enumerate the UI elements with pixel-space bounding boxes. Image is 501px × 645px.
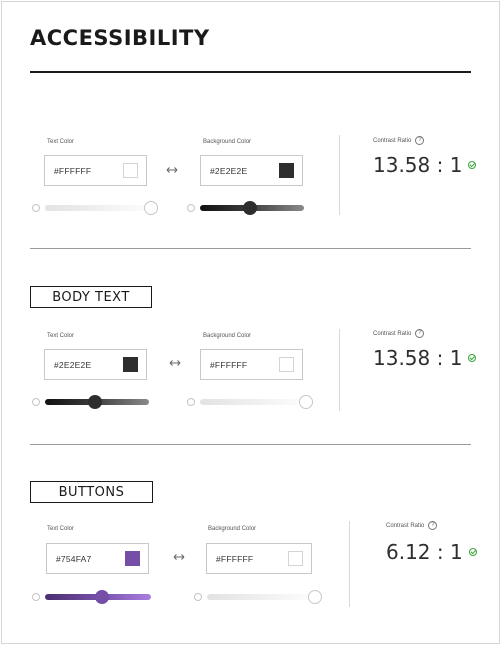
section-label-body-text: BODY TEXT [30, 286, 152, 308]
contrast-ratio-label: Contrast Ratio ? [373, 329, 425, 338]
slider-minus-icon[interactable] [187, 204, 195, 212]
contrast-ratio-value: 6.12 : 1 [386, 540, 477, 564]
section-divider [30, 248, 471, 249]
swap-colors-icon[interactable] [166, 166, 178, 174]
column-divider [339, 135, 340, 215]
text-color-swatch[interactable] [123, 357, 138, 372]
slider-thumb[interactable] [308, 590, 322, 604]
text-color-label: Text Color [47, 526, 75, 532]
swap-colors-icon[interactable] [173, 553, 185, 561]
slider-track[interactable] [207, 594, 323, 600]
background-color-hex: #FFFFFF [210, 359, 248, 370]
text-color-input[interactable]: #FFFFFF [44, 155, 147, 186]
slider-thumb[interactable] [243, 201, 257, 215]
check-circle-icon [468, 548, 477, 556]
page-title: ACCESSIBILITY [30, 26, 210, 50]
slider-track[interactable] [200, 399, 314, 405]
text-color-hex: #FFFFFF [54, 165, 92, 176]
help-icon[interactable]: ? [415, 329, 425, 338]
contrast-ratio-label: Contrast Ratio ? [386, 521, 438, 530]
text-color-slider[interactable] [32, 395, 150, 409]
text-color-slider[interactable] [32, 590, 152, 604]
title-underline [30, 71, 471, 73]
background-color-input[interactable]: #FFFFFF [200, 349, 303, 380]
column-divider [349, 521, 350, 607]
text-color-slider[interactable] [32, 201, 160, 215]
slider-thumb[interactable] [95, 590, 109, 604]
text-color-label: Text Color [47, 333, 75, 339]
background-color-slider[interactable] [187, 395, 315, 409]
background-color-input[interactable]: #2E2E2E [200, 155, 303, 186]
slider-track[interactable] [45, 205, 159, 211]
background-color-label: Background Color [203, 139, 252, 145]
background-color-slider[interactable] [187, 201, 305, 215]
background-color-slider[interactable] [194, 590, 324, 604]
swap-colors-icon[interactable] [169, 359, 181, 367]
text-color-label: Text Color [47, 139, 75, 145]
slider-thumb[interactable] [88, 395, 102, 409]
slider-thumb[interactable] [144, 201, 158, 215]
slider-thumb[interactable] [299, 395, 313, 409]
section-divider [30, 444, 471, 445]
text-color-input[interactable]: #754FA7 [46, 543, 149, 574]
background-color-input[interactable]: #FFFFFF [206, 543, 312, 574]
text-color-swatch[interactable] [123, 163, 138, 178]
check-circle-icon [468, 354, 477, 362]
slider-minus-icon[interactable] [32, 398, 40, 406]
text-color-hex: #754FA7 [56, 553, 92, 564]
contrast-ratio-value: 13.58 : 1 [373, 346, 477, 370]
text-color-hex: #2E2E2E [54, 359, 92, 370]
background-color-swatch[interactable] [279, 163, 294, 178]
background-color-hex: #2E2E2E [210, 165, 248, 176]
background-color-label: Background Color [203, 333, 252, 339]
background-color-swatch[interactable] [288, 551, 303, 566]
slider-minus-icon[interactable] [187, 398, 195, 406]
background-color-hex: #FFFFFF [216, 553, 254, 564]
slider-minus-icon[interactable] [32, 593, 40, 601]
slider-minus-icon[interactable] [194, 593, 202, 601]
contrast-ratio-label: Contrast Ratio ? [373, 136, 425, 145]
contrast-ratio-value: 13.58 : 1 [373, 153, 477, 177]
text-color-swatch[interactable] [125, 551, 140, 566]
column-divider [339, 329, 340, 411]
help-icon[interactable]: ? [428, 521, 438, 530]
section-label-buttons: BUTTONS [30, 481, 153, 503]
help-icon[interactable]: ? [415, 136, 425, 145]
background-color-swatch[interactable] [279, 357, 294, 372]
check-circle-icon [468, 161, 477, 169]
slider-minus-icon[interactable] [32, 204, 40, 212]
text-color-input[interactable]: #2E2E2E [44, 349, 147, 380]
background-color-label: Background Color [208, 526, 257, 532]
